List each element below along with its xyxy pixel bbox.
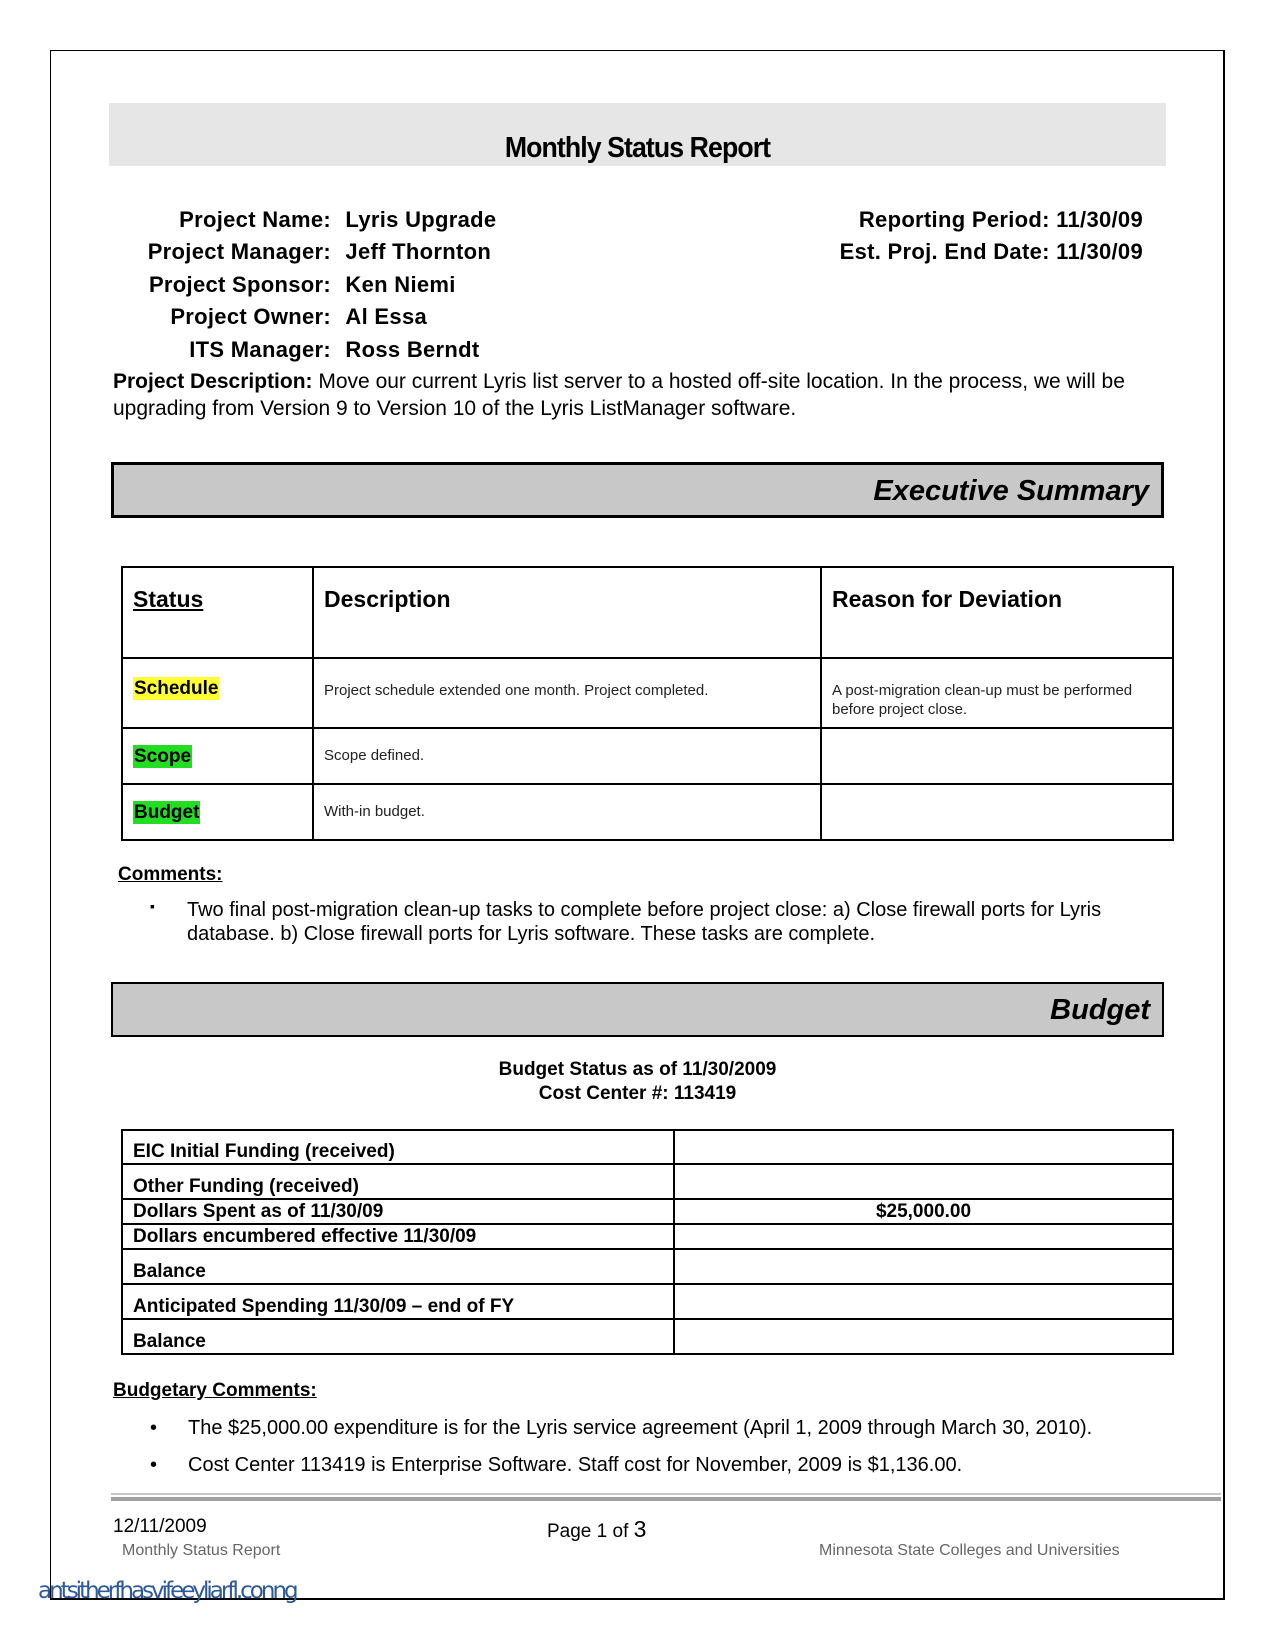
budget-header: Budget — [111, 982, 1164, 1037]
executive-summary-header: Executive Summary — [111, 462, 1164, 518]
row-reason: A post-migration clean-up must be perfor… — [820, 657, 1174, 729]
row-reason — [820, 727, 1174, 785]
comment-item: Two final post-migration clean-up tasks … — [187, 899, 1102, 945]
project-description: Project Description: Move our current Ly… — [113, 370, 1125, 420]
bullet-icon: • — [150, 1454, 158, 1476]
table-row: Scope Scope defined. — [121, 727, 1174, 785]
info-project-name: Project Name: Lyris Upgrade — [179, 207, 497, 232]
info-project-manager: Project Manager: Jeff Thornton — [147, 239, 492, 264]
info-project-sponsor: Project Sponsor: Ken Niemi — [148, 272, 456, 297]
row-description: Project schedule extended one month. Pro… — [312, 657, 822, 729]
budget-comment-item: • Cost Center 113419 is Enterprise Softwa… — [150, 1454, 963, 1476]
comments-label: Comments: — [118, 864, 223, 885]
report-title: Monthly Status Report — [504, 132, 771, 164]
info-its-manager: ITS Manager: Ross Berndt — [189, 337, 480, 362]
table-row: EIC Initial Funding (received) — [121, 1129, 1174, 1165]
info-est-end-date: Est. Proj. End Date: 11/30/09 — [839, 239, 1143, 264]
budget-comment-item: • The $25,000.00 expenditure is for the L… — [150, 1417, 1093, 1439]
watermark-text: antsitherfhasvifeeyliarfl.conng — [38, 1578, 299, 1604]
column-status: Status — [133, 586, 204, 612]
table-row: Dollars Spent as of 11/30/09 $25,000.00 — [121, 1198, 1174, 1225]
footer-date: 12/11/2009 — [113, 1516, 207, 1537]
status-table: Status Description Reason for Deviation … — [121, 566, 1174, 841]
footer-page-number: Page 1 of 3 — [547, 1516, 647, 1542]
column-description: Description — [324, 586, 451, 612]
column-reason: Reason for Deviation — [832, 586, 1063, 612]
table-row: Anticipated Spending 11/30/09 – end of F… — [121, 1283, 1174, 1320]
footer-divider — [111, 1493, 1221, 1495]
table-row: Other Funding (received) — [121, 1163, 1174, 1200]
cost-center-line: Cost Center #: 113419 — [538, 1083, 737, 1104]
status-badge-budget: Budget — [133, 801, 201, 824]
table-row: Budget With-in budget. — [121, 783, 1174, 841]
status-badge-schedule: Schedule — [133, 677, 220, 700]
square-bullet-icon: ▪ — [150, 898, 155, 914]
row-reason — [820, 783, 1174, 841]
row-description: With-in budget. — [312, 783, 822, 841]
table-row: Schedule Project schedule extended one m… — [121, 657, 1174, 729]
budgetary-comments-label: Budgetary Comments: — [113, 1380, 317, 1401]
report-title-banner: Monthly Status Report — [109, 103, 1166, 166]
status-badge-scope: Scope — [133, 745, 193, 768]
info-reporting-period: Reporting Period: 11/30/09 — [858, 207, 1143, 232]
info-project-owner: Project Owner: Al Essa — [170, 304, 428, 329]
budget-status-line: Budget Status as of 11/30/2009 — [498, 1059, 777, 1080]
table-row: Balance — [121, 1248, 1174, 1285]
status-table-header: Status Description Reason for Deviation — [121, 566, 1174, 659]
footer-organization: Minnesota State Colleges and Universitie… — [819, 1542, 1120, 1559]
budget-table: EIC Initial Funding (received) Other Fun… — [121, 1129, 1174, 1355]
bullet-icon: • — [150, 1417, 158, 1439]
table-row: Balance — [121, 1318, 1174, 1355]
row-description: Scope defined. — [312, 727, 822, 785]
footer-divider — [111, 1497, 1221, 1501]
footer-doc-name: Monthly Status Report — [122, 1542, 281, 1559]
table-row: Dollars encumbered effective 11/30/09 — [121, 1223, 1174, 1250]
